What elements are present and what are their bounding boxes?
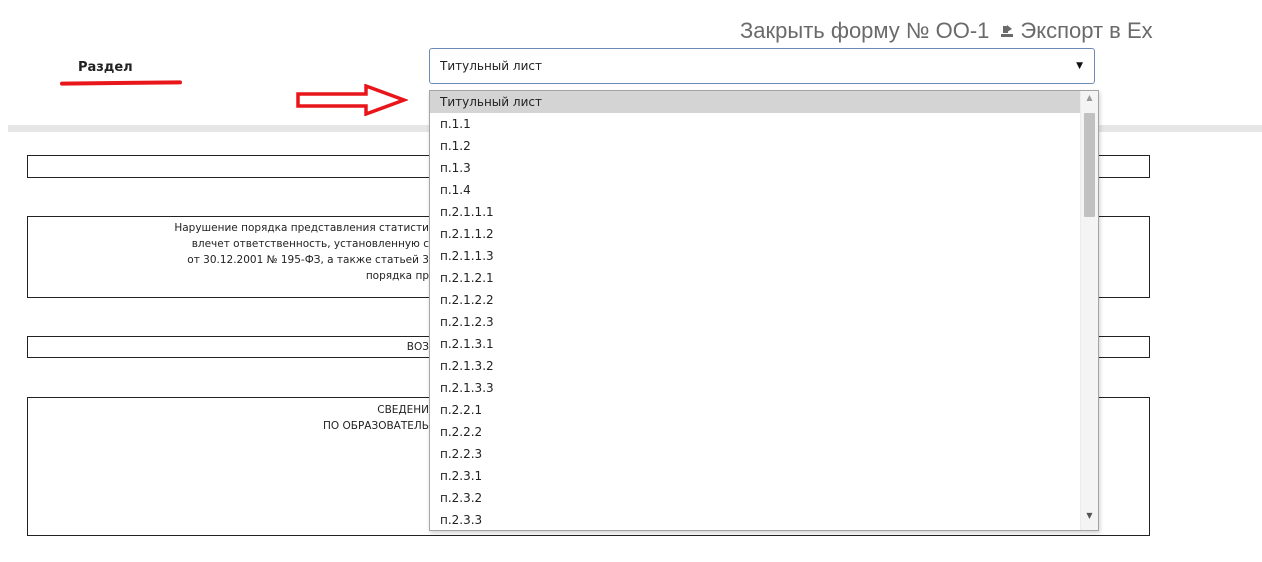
chevron-down-icon: ▼ xyxy=(1076,61,1083,71)
info-line-1: СВЕДЕНИ xyxy=(377,404,429,416)
dropdown-option[interactable]: п.2.1.2.2 xyxy=(430,289,1098,311)
annotation-arrow-icon xyxy=(296,84,408,116)
dropdown-option[interactable]: п.1.3 xyxy=(430,157,1098,179)
dropdown-options: Титульный лист п.1.1 п.1.2 п.1.3 п.1.4 п.2.1.… xyxy=(430,91,1098,530)
dropdown-option[interactable]: п.2.1.2.1 xyxy=(430,267,1098,289)
dropdown-option[interactable]: п.2.1.1.3 xyxy=(430,245,1098,267)
box3-text: ВОЗ xyxy=(406,341,429,353)
notice-line-1: Нарушение порядка представления статисти xyxy=(174,222,429,234)
dropdown-option[interactable]: п.2.1.3.1 xyxy=(430,333,1098,355)
dropdown-option[interactable]: п.2.1.3.3 xyxy=(430,377,1098,399)
info-line-2: ПО ОБРАЗОВАТЕЛЬ xyxy=(322,420,429,432)
dropdown-option[interactable]: п.2.2.2 xyxy=(430,421,1098,443)
close-form-link[interactable]: Закрыть форму № ОО-1 xyxy=(740,18,989,43)
dropdown-option[interactable]: п.2.1.1.2 xyxy=(430,223,1098,245)
section-select[interactable]: Титульный лист ▼ xyxy=(429,48,1095,84)
dropdown-option[interactable]: п.1.1 xyxy=(430,113,1098,135)
dropdown-option[interactable]: п.2.3.1 xyxy=(430,465,1098,487)
section-dropdown-list[interactable]: Титульный лист п.1.1 п.1.2 п.1.3 п.1.4 п.2.1.… xyxy=(429,90,1099,531)
dropdown-option[interactable]: Титульный лист xyxy=(430,91,1098,113)
dropdown-option[interactable]: п.2.3.3 xyxy=(430,509,1098,530)
notice-line-4: порядка пр xyxy=(365,270,429,282)
dropdown-option[interactable]: п.1.2 xyxy=(430,135,1098,157)
dropdown-option[interactable]: п.2.2.3 xyxy=(430,443,1098,465)
export-link[interactable]: Экспорт в Ex xyxy=(999,18,1153,43)
export-label: Экспорт в Ex xyxy=(1020,18,1153,43)
export-icon xyxy=(1001,25,1014,37)
notice-line-2: влечет ответственность, установленную с xyxy=(191,238,429,250)
annotation-underline xyxy=(59,80,183,86)
dropdown-option[interactable]: п.2.2.1 xyxy=(430,399,1098,421)
scroll-down-icon[interactable]: ▼ xyxy=(1081,511,1098,528)
dropdown-option[interactable]: п.2.1.3.2 xyxy=(430,355,1098,377)
dropdown-option[interactable]: п.2.1.2.3 xyxy=(430,311,1098,333)
scrollbar-thumb[interactable] xyxy=(1084,113,1095,217)
section-label: Раздел xyxy=(78,60,133,75)
dropdown-option[interactable]: п.1.4 xyxy=(430,179,1098,201)
dropdown-scrollbar[interactable]: ▲ ▼ xyxy=(1080,91,1098,530)
scroll-up-icon[interactable]: ▲ xyxy=(1081,93,1098,110)
notice-line-3: от 30.12.2001 № 195-ФЗ, а также статьей … xyxy=(187,254,429,266)
section-select-value: Титульный лист xyxy=(440,59,542,73)
header-toolbar: Закрыть форму № ОО-1 Экспорт в Ex xyxy=(740,18,1153,44)
dropdown-option[interactable]: п.2.1.1.1 xyxy=(430,201,1098,223)
dropdown-option[interactable]: п.2.3.2 xyxy=(430,487,1098,509)
